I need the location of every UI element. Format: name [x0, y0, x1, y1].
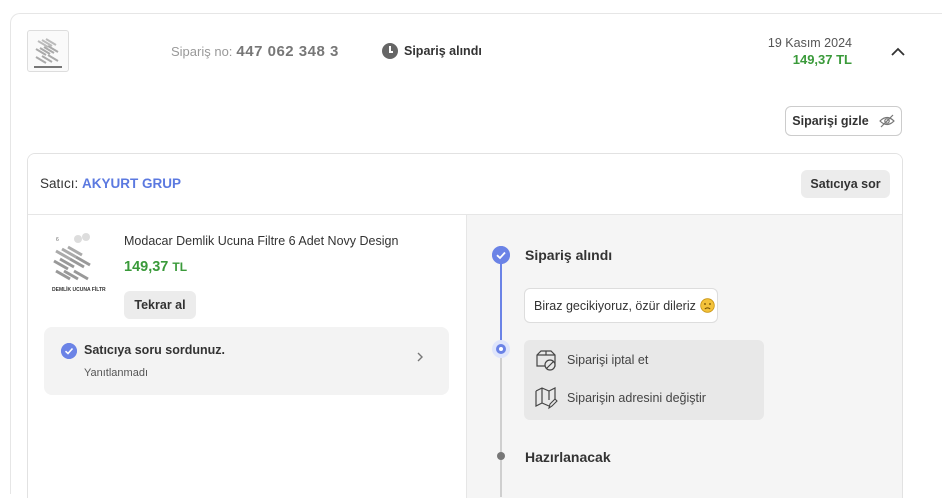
seller-name-link[interactable]: AKYURT GRUP: [82, 176, 181, 191]
order-timeline: Sipariş alındı Biraz gecikiyoruz, özür d…: [466, 215, 902, 498]
cancel-order-action[interactable]: Siparişi iptal et: [534, 348, 648, 372]
order-number: Sipariş no: 447 062 348 3: [171, 43, 339, 60]
reorder-button[interactable]: Tekrar al: [124, 291, 196, 319]
order-card: Sipariş no: 447 062 348 3 Sipariş alındı …: [10, 13, 942, 498]
chevron-up-icon[interactable]: [890, 44, 906, 60]
question-status: Yanıtlanmadı: [84, 367, 149, 379]
order-date: 19 Kasım 2024: [767, 36, 852, 50]
cancel-package-icon: [536, 350, 556, 371]
step-done-icon: [492, 246, 510, 264]
eye-off-icon: [878, 114, 895, 128]
seller-header: Satıcı: AKYURT GRUP Satıcıya sor: [28, 154, 902, 215]
hide-order-button[interactable]: Siparişi gizle: [785, 106, 902, 136]
product-name[interactable]: Modacar Demlik Ucuna Filtre 6 Adet Novy …: [124, 234, 398, 248]
question-title: Satıcıya soru sordunuz.: [84, 343, 226, 357]
seller-panel: Satıcı: AKYURT GRUP Satıcıya sor 6 DEMLİ…: [27, 153, 903, 498]
delay-message: Biraz gecikiyoruz, özür dileriz: [524, 288, 718, 323]
check-circle-icon: [61, 343, 77, 359]
step-order-received: Sipariş alındı: [525, 247, 613, 263]
seller-info: Satıcı: AKYURT GRUP: [40, 176, 182, 191]
step-pending-marker: [497, 452, 505, 460]
order-actions: Siparişi iptal et Siparişin adresini değ…: [524, 340, 764, 420]
order-thumbnail[interactable]: [27, 30, 69, 72]
question-card[interactable]: Satıcıya soru sordunuz. Yanıtlanmadı: [44, 327, 449, 395]
sad-face-icon: [700, 298, 715, 313]
svg-text:6: 6: [56, 237, 59, 243]
timeline-progress: [500, 263, 502, 345]
step-preparing: Hazırlanacak: [525, 449, 611, 465]
product-price: 149,37 TL: [124, 259, 188, 275]
order-total: 149,37 TL: [792, 52, 852, 67]
ask-seller-button[interactable]: Satıcıya sor: [801, 170, 890, 198]
order-status: Sipariş alındı: [382, 43, 482, 59]
svg-text:DEMLİK UCUNA FİLTRE: DEMLİK UCUNA FİLTRE: [52, 286, 106, 293]
map-edit-icon: [535, 387, 558, 410]
product-section: 6 DEMLİK UCUNA FİLTRE Modacar Demlik Ucu…: [28, 215, 466, 498]
chevron-right-icon: [417, 352, 423, 362]
step-current-marker: [492, 340, 510, 358]
change-address-action[interactable]: Siparişin adresini değiştir: [534, 386, 706, 410]
product-image[interactable]: 6 DEMLİK UCUNA FİLTRE: [48, 229, 106, 299]
clock-icon: [382, 43, 398, 59]
